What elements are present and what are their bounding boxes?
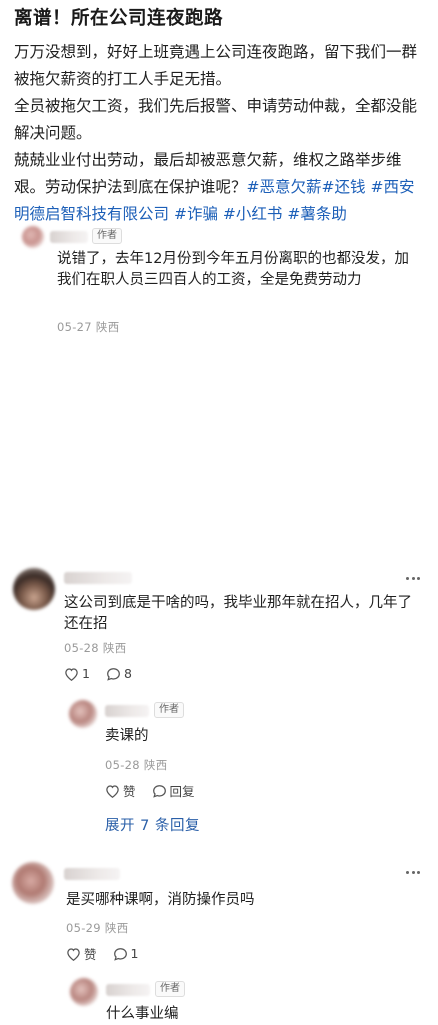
comment-actions: 赞 1 [66, 944, 154, 963]
author-badge: 作者 [155, 981, 185, 997]
like-button[interactable]: 赞 [66, 944, 97, 963]
comment-location: 陕西 [104, 921, 129, 935]
comment-location: 陕西 [102, 641, 127, 655]
reply-button[interactable]: 回复 [152, 781, 195, 800]
username-blurred[interactable] [50, 231, 88, 243]
comment-text: 什么事业编 [106, 1006, 179, 1022]
reply-button[interactable]: 1 [113, 946, 139, 961]
reply-count: 1 [130, 946, 139, 961]
comment-bubble-icon [152, 784, 166, 798]
hashtag-link[interactable]: #恶意欠薪 [247, 178, 322, 196]
reply-button[interactable]: 8 [106, 666, 132, 681]
username-blurred[interactable] [64, 868, 120, 880]
avatar[interactable] [12, 862, 54, 904]
comment-meta: 05-27 陕西 [57, 319, 120, 335]
like-count: 1 [82, 666, 90, 681]
avatar[interactable] [13, 568, 55, 610]
post-body: 万万没想到，好好上班竟遇上公司连夜跑路，留下我们一群被拖欠薪资的打工人手足无措。… [14, 39, 426, 228]
like-button[interactable]: 赞 [105, 781, 136, 800]
comment-text: 说错了，去年12月份到今年五月份离职的也都没发，加我们在职人员三四百人的工资，全… [57, 251, 409, 288]
comment-text: 是买哪种课啊，消防操作员吗 [66, 892, 255, 908]
username-blurred[interactable] [105, 705, 149, 717]
reply-label: 回复 [169, 784, 195, 799]
comment-actions: 赞 回复 [105, 781, 211, 800]
post-paragraph: 万万没想到，好好上班竟遇上公司连夜跑路，留下我们一群被拖欠薪资的打工人手足无措。 [14, 43, 418, 88]
comment-meta: 05-28 陕西 [105, 757, 168, 773]
author-badge: 作者 [154, 702, 184, 718]
author-badge: 作者 [92, 228, 122, 244]
reply-count: 8 [123, 666, 132, 681]
like-button[interactable]: 1 [64, 666, 90, 681]
comment-meta: 05-29 陕西 [66, 920, 129, 936]
comment-location: 陕西 [143, 758, 168, 772]
avatar[interactable] [69, 700, 97, 728]
more-dots-icon[interactable] [406, 577, 420, 581]
hashtag-link[interactable]: #还钱 [322, 178, 366, 196]
comment-date: 05-29 [66, 921, 101, 935]
post-paragraph: 全员被拖欠工资，我们先后报警、申请劳动仲裁，全都没能解决问题。 [14, 97, 418, 142]
comment-date: 05-28 [105, 758, 140, 772]
like-label: 赞 [84, 947, 97, 962]
comment-meta: 05-28 陕西 [64, 640, 127, 656]
post: 离谱！所在公司连夜跑路 万万没想到，好好上班竟遇上公司连夜跑路，留下我们一群被拖… [0, 0, 438, 228]
comment-text: 卖课的 [105, 728, 149, 744]
hashtag-link[interactable]: #小红书 [223, 205, 283, 223]
more-dots-icon[interactable] [406, 871, 420, 875]
heart-icon [67, 947, 80, 961]
avatar[interactable] [22, 226, 44, 248]
comment-text: 这公司到底是干啥的吗，我毕业那年就在招人，几年了还在招 [64, 595, 412, 632]
comment-actions: 1 8 [64, 666, 148, 681]
post-title: 离谱！所在公司连夜跑路 [14, 8, 224, 29]
comment-date: 05-27 [57, 320, 92, 334]
comment-location: 陕西 [95, 320, 120, 334]
heart-icon [106, 784, 119, 798]
expand-replies-link[interactable]: 展开 7 条回复 [105, 814, 200, 835]
hashtag-link[interactable]: #诈骗 [174, 205, 218, 223]
heart-icon [65, 667, 78, 681]
username-blurred[interactable] [64, 572, 132, 584]
like-label: 赞 [123, 784, 136, 799]
avatar[interactable] [70, 978, 98, 1006]
comment-date: 05-28 [64, 641, 99, 655]
post-paragraph-with-tags: 兢兢业业付出劳动，最后却被恶意欠薪，维权之路举步维艰。劳动保护法到底在保护谁呢？… [14, 147, 426, 228]
username-blurred[interactable] [106, 984, 150, 996]
hashtag-link[interactable]: #薯条助 [287, 205, 347, 223]
comment-bubble-icon [113, 947, 127, 961]
comment-bubble-icon [107, 667, 120, 681]
